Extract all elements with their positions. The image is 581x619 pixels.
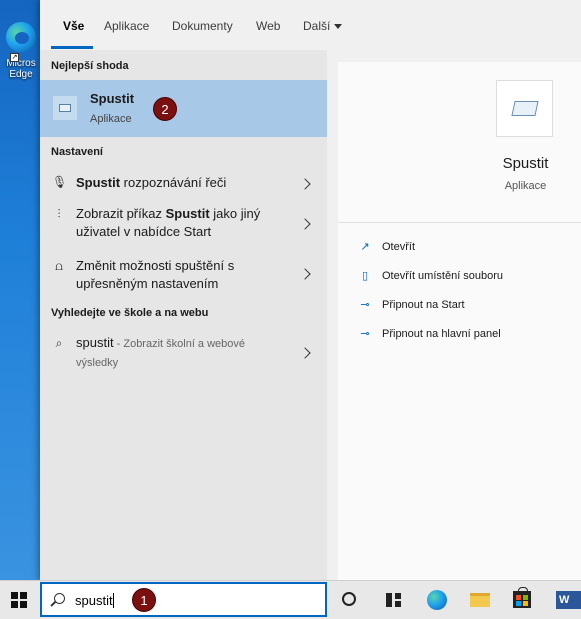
best-match-subtitle: Aplikace [90,113,132,125]
search-icon [54,593,65,604]
taskbar-search-input[interactable]: spustit 1 [40,582,327,617]
file-explorer-icon[interactable] [470,593,490,607]
settings-item-label: Změnit možnosti spuštění s upřesněným na… [76,257,281,293]
best-match-heading: Nejlepší shoda [51,60,129,72]
action-pin-start-label: Připnout na Start [382,299,465,311]
pin-icon: ⊸ [360,299,370,311]
store-icon[interactable] [513,587,531,608]
action-pin-taskbar-label: Připnout na hlavní panel [382,328,501,340]
tab-more[interactable]: Další [303,19,343,33]
web-search-label: spustit - Zobrazit školní a webové výsle… [76,334,281,372]
edge-icon[interactable] [427,590,447,610]
desktop-icon-label: Micros Edge [6,58,36,80]
run-app-icon [53,96,77,120]
search-value-text: spustit [75,593,113,608]
settings-item-startup[interactable]: ⩍ Změnit možnosti spuštění s upřesněným … [40,256,327,298]
step-badge-1: 1 [132,588,156,612]
edge-desktop-shortcut[interactable]: ↗ Micros Edge [2,22,40,80]
action-open[interactable]: ↗ Otevřít [358,240,415,253]
settings-item-speech[interactable]: 🎙 Spustit rozpoznávání řeči [40,170,327,198]
settings-item-run-as[interactable]: ⫶ Zobrazit příkaz Spustit jako jiný uživ… [40,203,327,245]
detail-app-name: Spustit [502,155,549,172]
detail-pane: Spustit Aplikace ↗ Otevřít ▯ Otevřít umíst… [338,62,581,580]
action-pin-taskbar[interactable]: ⊸ Připnout na hlavní panel [358,327,501,340]
run-app-large-icon [496,80,553,137]
word-icon[interactable]: W [556,591,581,609]
pin-icon: ⊸ [360,328,370,340]
edge-icon [6,22,36,52]
settings-item-text: rozpoznávání řeči [120,175,227,190]
file-location-icon: ▯ [361,270,369,282]
tab-all[interactable]: Vše [63,19,84,33]
settings-item-bold: Spustit [76,175,121,190]
settings-item-pre: Zobrazit příkaz [76,206,166,221]
user-settings-icon: ⩍ [55,259,63,273]
open-icon: ↗ [360,241,370,253]
step-badge-2: 2 [153,97,177,121]
settings-sliders-icon: ⫶ [57,207,61,221]
chevron-right-icon [299,347,311,359]
action-open-location[interactable]: ▯ Otevřít umístění souboru [358,269,503,282]
settings-heading: Nastavení [51,146,103,158]
tab-web[interactable]: Web [256,19,280,33]
chevron-right-icon [299,178,311,190]
best-match-title: Spustit [90,91,135,106]
settings-item-text: Změnit možnosti spuštění s upřesněným na… [76,258,235,291]
task-view-icon[interactable] [384,590,404,610]
cortana-icon[interactable] [342,592,356,606]
detail-divider [338,222,581,223]
web-search-query: spustit [76,335,114,350]
web-search-heading: Vyhledejte ve škole a na webu [51,307,209,319]
search-panel: Vše Aplikace Dokumenty Web Další Nejlepš… [40,0,581,580]
chevron-right-icon [299,218,311,230]
caret-down-icon [334,24,343,30]
search-input-value: spustit [75,593,114,608]
tab-apps[interactable]: Aplikace [104,19,149,33]
web-search-item[interactable]: ⌕ spustit - Zobrazit školní a webové výs… [40,333,327,375]
microphone-icon: 🎙 [52,175,68,189]
chevron-right-icon [299,268,311,280]
action-open-label: Otevřít [382,241,416,253]
settings-item-label: Spustit rozpoznávání řeči [76,174,281,192]
tab-more-label: Další [303,19,331,33]
windows-start-icon[interactable] [11,592,27,608]
detail-app-type: Aplikace [504,180,547,192]
search-tabs: Vše Aplikace Dokumenty Web Další [40,0,581,50]
active-tab-indicator [51,46,93,49]
tab-documents[interactable]: Dokumenty [172,19,233,33]
settings-item-label: Zobrazit příkaz Spustit jako jiný uživat… [76,205,281,241]
settings-item-bold: Spustit [165,206,210,221]
best-match-item[interactable]: Spustit Aplikace 2 [40,80,327,137]
taskbar: spustit 1 W [0,580,581,619]
action-open-location-label: Otevřít umístění souboru [382,270,504,282]
search-icon: ⌕ [55,336,63,350]
text-cursor [112,593,114,608]
shortcut-arrow-icon: ↗ [10,53,19,62]
action-pin-start[interactable]: ⊸ Připnout na Start [358,298,465,311]
